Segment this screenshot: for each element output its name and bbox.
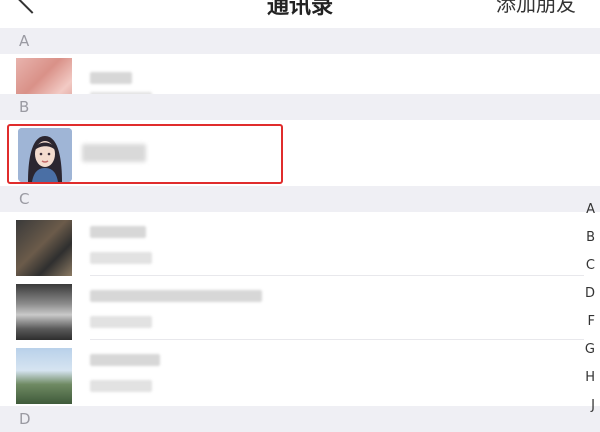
contact-name-blurred	[90, 290, 262, 302]
contact-row[interactable]	[0, 340, 600, 404]
section-letter: C	[19, 190, 30, 208]
contact-name-blurred	[90, 72, 132, 84]
contact-detail-blurred	[90, 380, 152, 392]
contact-name-blurred	[90, 354, 160, 366]
contact-row[interactable]	[0, 212, 600, 276]
index-letter-b[interactable]: B	[586, 230, 595, 245]
contact-detail-blurred	[90, 252, 152, 264]
contact-avatar	[16, 220, 72, 276]
section-letter: A	[19, 32, 30, 50]
contact-detail-blurred	[90, 316, 152, 328]
index-letter-a[interactable]: A	[586, 202, 595, 217]
index-letter-c[interactable]: C	[586, 258, 595, 273]
section-header-b: B	[0, 94, 600, 120]
index-letter-j[interactable]: J	[591, 398, 595, 413]
section-header-d: D	[0, 406, 600, 432]
contact-row[interactable]	[0, 276, 600, 340]
section-letter: D	[19, 410, 31, 428]
alphabet-index-bar[interactable]: A B C D F G H J	[580, 196, 600, 420]
index-letter-g[interactable]: G	[585, 342, 595, 357]
section-header-a: A	[0, 28, 600, 54]
section-letter: B	[19, 98, 30, 116]
index-letter-h[interactable]: H	[585, 370, 595, 385]
contact-avatar	[16, 348, 72, 404]
highlight-annotation-box	[7, 124, 283, 184]
add-friends-button[interactable]: 添加朋友	[496, 0, 576, 17]
section-header-c: C	[0, 186, 600, 212]
top-bar: 通讯录 添加朋友	[0, 0, 600, 28]
index-letter-d[interactable]: D	[585, 286, 595, 301]
index-letter-f[interactable]: F	[588, 314, 595, 329]
contact-name-blurred	[90, 226, 146, 238]
contact-avatar	[16, 284, 72, 340]
